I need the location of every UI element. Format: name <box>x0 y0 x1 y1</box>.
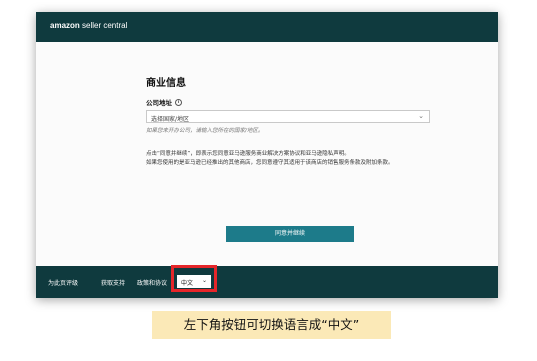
business-info-form: 商业信息 公司地址 i 选择国家/地区 ⌄ 如果您未开办公司，请输入您所在的国家… <box>146 74 430 168</box>
country-select-value: 选择国家/地区 <box>151 116 190 123</box>
footer-bar: 为此页评级 获取支持 政策和协议 中文 ⌄ <box>36 266 498 298</box>
terms-line-1: 点击“同意并继续”，即表示您同意亚马逊服务商业解决方案协议和亚马逊隐私声明。 <box>146 151 350 157</box>
chevron-down-icon: ⌄ <box>418 112 424 120</box>
terms-line-2: 如果您使用的是亚马逊已经推出的其他商店，您同意遵守其适用于该商店的销售服务条款及… <box>146 160 394 166</box>
agree-and-continue-button[interactable]: 同意并继续 <box>226 226 354 242</box>
company-address-label: 公司地址 i <box>146 97 430 107</box>
address-hint: 如果您未开办公司，请输入您所在的国家/地区。 <box>146 128 264 134</box>
amazon-seller-central-logo[interactable]: amazon seller central <box>50 21 127 30</box>
info-icon[interactable]: i <box>175 98 182 106</box>
language-highlight-box <box>171 265 217 292</box>
terms-text: 点击“同意并继续”，即表示您同意亚马逊服务商业解决方案协议和亚马逊隐私声明。 如… <box>146 150 430 168</box>
country-select[interactable]: 选择国家/地区 ⌄ <box>146 110 430 123</box>
instruction-callout: 左下角按钮可切换语言成“中文” <box>152 311 391 339</box>
page-title: 商业信息 <box>146 78 186 89</box>
get-support-link[interactable]: 获取支持 <box>101 278 125 287</box>
policies-link[interactable]: 政策和协议 <box>137 278 167 287</box>
browser-screenshot-frame: amazon seller central 商业信息 公司地址 i 选择国家/地… <box>36 12 498 298</box>
company-address-label-text: 公司地址 <box>146 99 172 107</box>
logo-brand: amazon <box>50 21 80 30</box>
logo-product: seller central <box>79 21 128 30</box>
top-header-bar: amazon seller central <box>36 12 498 42</box>
rate-page-link[interactable]: 为此页评级 <box>48 278 78 287</box>
